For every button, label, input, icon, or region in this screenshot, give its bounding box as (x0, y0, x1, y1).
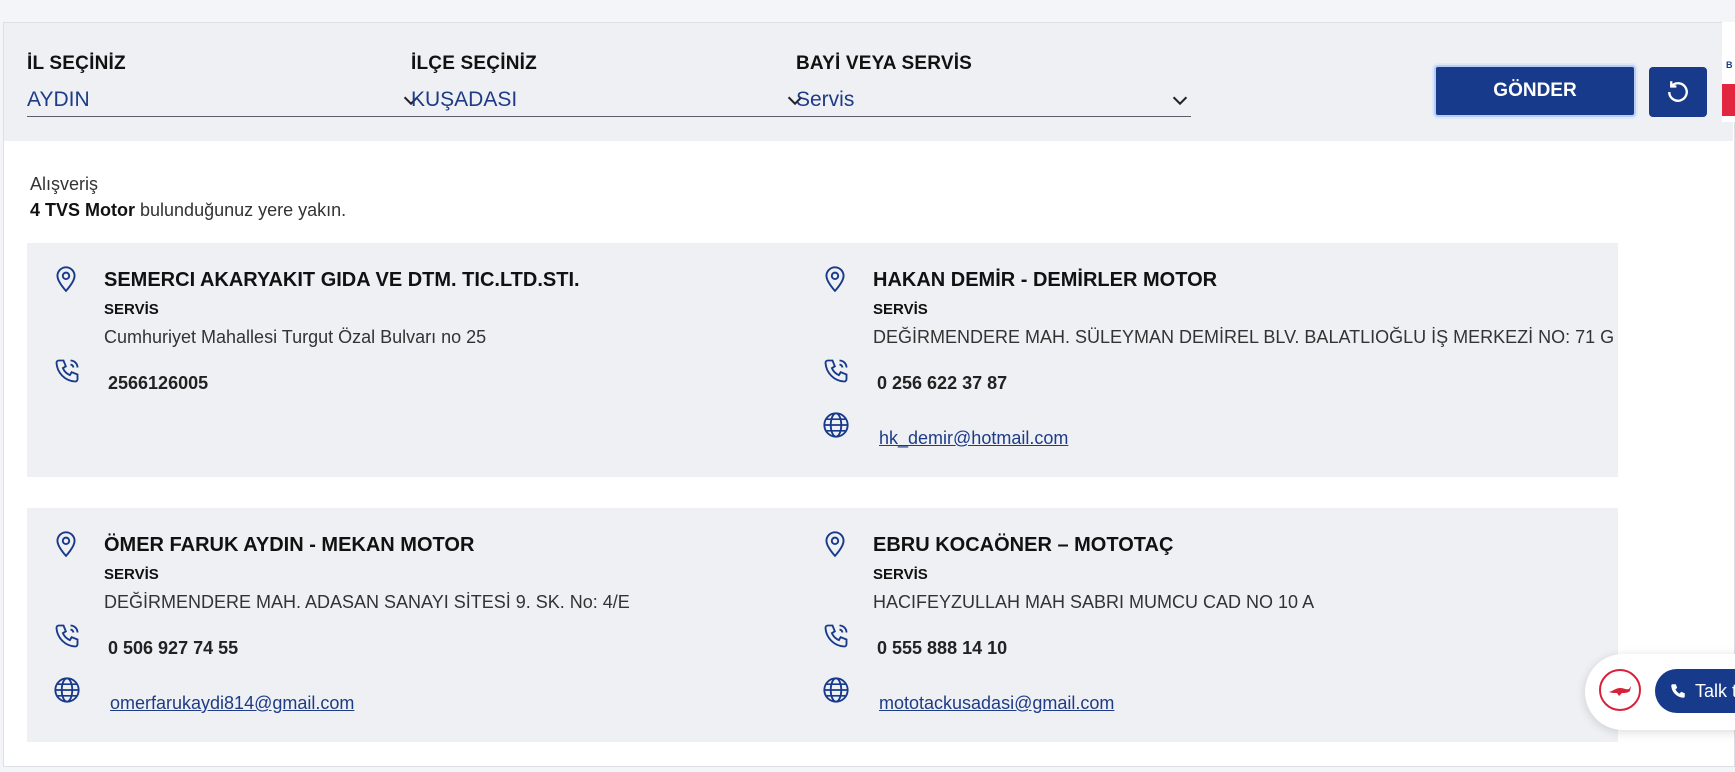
phone-icon (1671, 684, 1685, 698)
location-pin-icon (825, 266, 845, 293)
dealer-address: DEĞİRMENDERE MAH. ADASAN SANAYI SİTESİ 9… (104, 592, 630, 612)
globe-icon (54, 677, 80, 703)
dealer-type-value: Servis (796, 87, 855, 111)
dealer-card: SEMERCI AKARYAKIT GIDA VE DTM. TIC.LTD.S… (27, 243, 849, 477)
summary-line: Alışveriş (30, 174, 99, 194)
dealer-card: EBRU KOCAÖNER – MOTOTAÇ SERVİS HACIFEYZU… (796, 508, 1618, 742)
dealer-type-label: BAYİ VEYA SERVİS (796, 53, 973, 74)
filter-bar: İL SEÇİNİZ AYDIN İLÇE SEÇİNİZ KUŞADASI B… (4, 23, 1733, 141)
dealer-type: SERVİS (873, 301, 928, 318)
dealer-type-select[interactable]: Servis (796, 83, 1191, 117)
send-button[interactable]: GÖNDER (1434, 65, 1636, 117)
dealer-type-filter: BAYİ VEYA SERVİS Servis (796, 53, 1191, 117)
dealer-phone: 2566126005 (108, 373, 209, 393)
dealer-type: SERVİS (104, 301, 159, 318)
province-filter: İL SEÇİNİZ AYDIN (27, 53, 422, 117)
reset-button[interactable] (1649, 67, 1707, 117)
dealer-phone: 0 555 888 14 10 (877, 638, 1008, 658)
dealer-name: ÖMER FARUK AYDIN - MEKAN MOTOR (104, 534, 475, 556)
top-strip (0, 0, 1735, 22)
dealer-address: Cumhuriyet Mahallesi Turgut Özal Bulvarı… (104, 327, 487, 347)
dealer-phone: 0 506 927 74 55 (108, 638, 239, 658)
dealer-name: EBRU KOCAÖNER – MOTOTAÇ (873, 534, 1174, 556)
dealer-phone: 0 256 622 37 87 (877, 373, 1008, 393)
globe-icon (823, 412, 849, 438)
dealer-name: HAKAN DEMİR - DEMİRLER MOTOR (873, 269, 1218, 291)
province-value: AYDIN (27, 87, 90, 111)
dealer-locator-panel: İL SEÇİNİZ AYDIN İLÇE SEÇİNİZ KUŞADASI B… (3, 22, 1735, 767)
location-pin-icon (56, 531, 76, 558)
chat-widget: Talk t (1585, 654, 1735, 730)
dealer-email-link[interactable]: mototackusadasi@gmail.com (879, 693, 1114, 714)
location-pin-icon (825, 531, 845, 558)
brand-logo-icon[interactable] (1599, 669, 1641, 711)
horse-logo-icon (1609, 686, 1631, 696)
dealer-email-link[interactable]: hk_demir@hotmail.com (879, 428, 1068, 449)
side-widget-accent (1722, 84, 1735, 116)
district-filter: İLÇE SEÇİNİZ KUŞADASI (411, 53, 806, 117)
dealer-card: HAKAN DEMİR - DEMİRLER MOTOR SERVİS DEĞİ… (796, 243, 1618, 477)
phone-icon (55, 624, 79, 648)
phone-icon (55, 359, 79, 383)
dealer-email-link[interactable]: omerfarukaydi814@gmail.com (110, 693, 354, 714)
phone-icon (824, 359, 848, 383)
talk-button[interactable]: Talk t (1655, 669, 1735, 713)
dealer-address: DEĞİRMENDERE MAH. SÜLEYMAN DEMİREL BLV. … (873, 327, 1615, 347)
phone-icon (824, 624, 848, 648)
province-label: İL SEÇİNİZ (27, 53, 126, 74)
refresh-icon (1668, 81, 1688, 102)
dealer-name: SEMERCI AKARYAKIT GIDA VE DTM. TIC.LTD.S… (104, 269, 580, 291)
dealer-card: ÖMER FARUK AYDIN - MEKAN MOTOR SERVİS DE… (27, 508, 849, 742)
dealer-type: SERVİS (873, 566, 928, 583)
district-value: KUŞADASI (411, 87, 518, 111)
globe-icon (823, 677, 849, 703)
district-select[interactable]: KUŞADASI (411, 83, 806, 117)
summary-rest: bulunduğunuz yere yakın. (135, 200, 347, 220)
location-pin-icon (56, 266, 76, 293)
results-summary: Alışveriş 4 TVS Motor bulunduğunuz yere … (30, 171, 346, 223)
summary-count-line: 4 TVS Motor bulunduğunuz yere yakın. (30, 197, 346, 223)
province-select[interactable]: AYDIN (27, 83, 422, 117)
side-widget-label: B (1726, 60, 1733, 70)
dealer-type: SERVİS (104, 566, 159, 583)
district-label: İLÇE SEÇİNİZ (411, 53, 537, 74)
talk-button-label: Talk t (1695, 680, 1735, 701)
result-count: 4 TVS Motor (30, 200, 136, 220)
chevron-down-icon (1172, 96, 1188, 105)
dealer-address: HACIFEYZULLAH MAH SABRI MUMCU CAD NO 10 … (873, 592, 1315, 612)
